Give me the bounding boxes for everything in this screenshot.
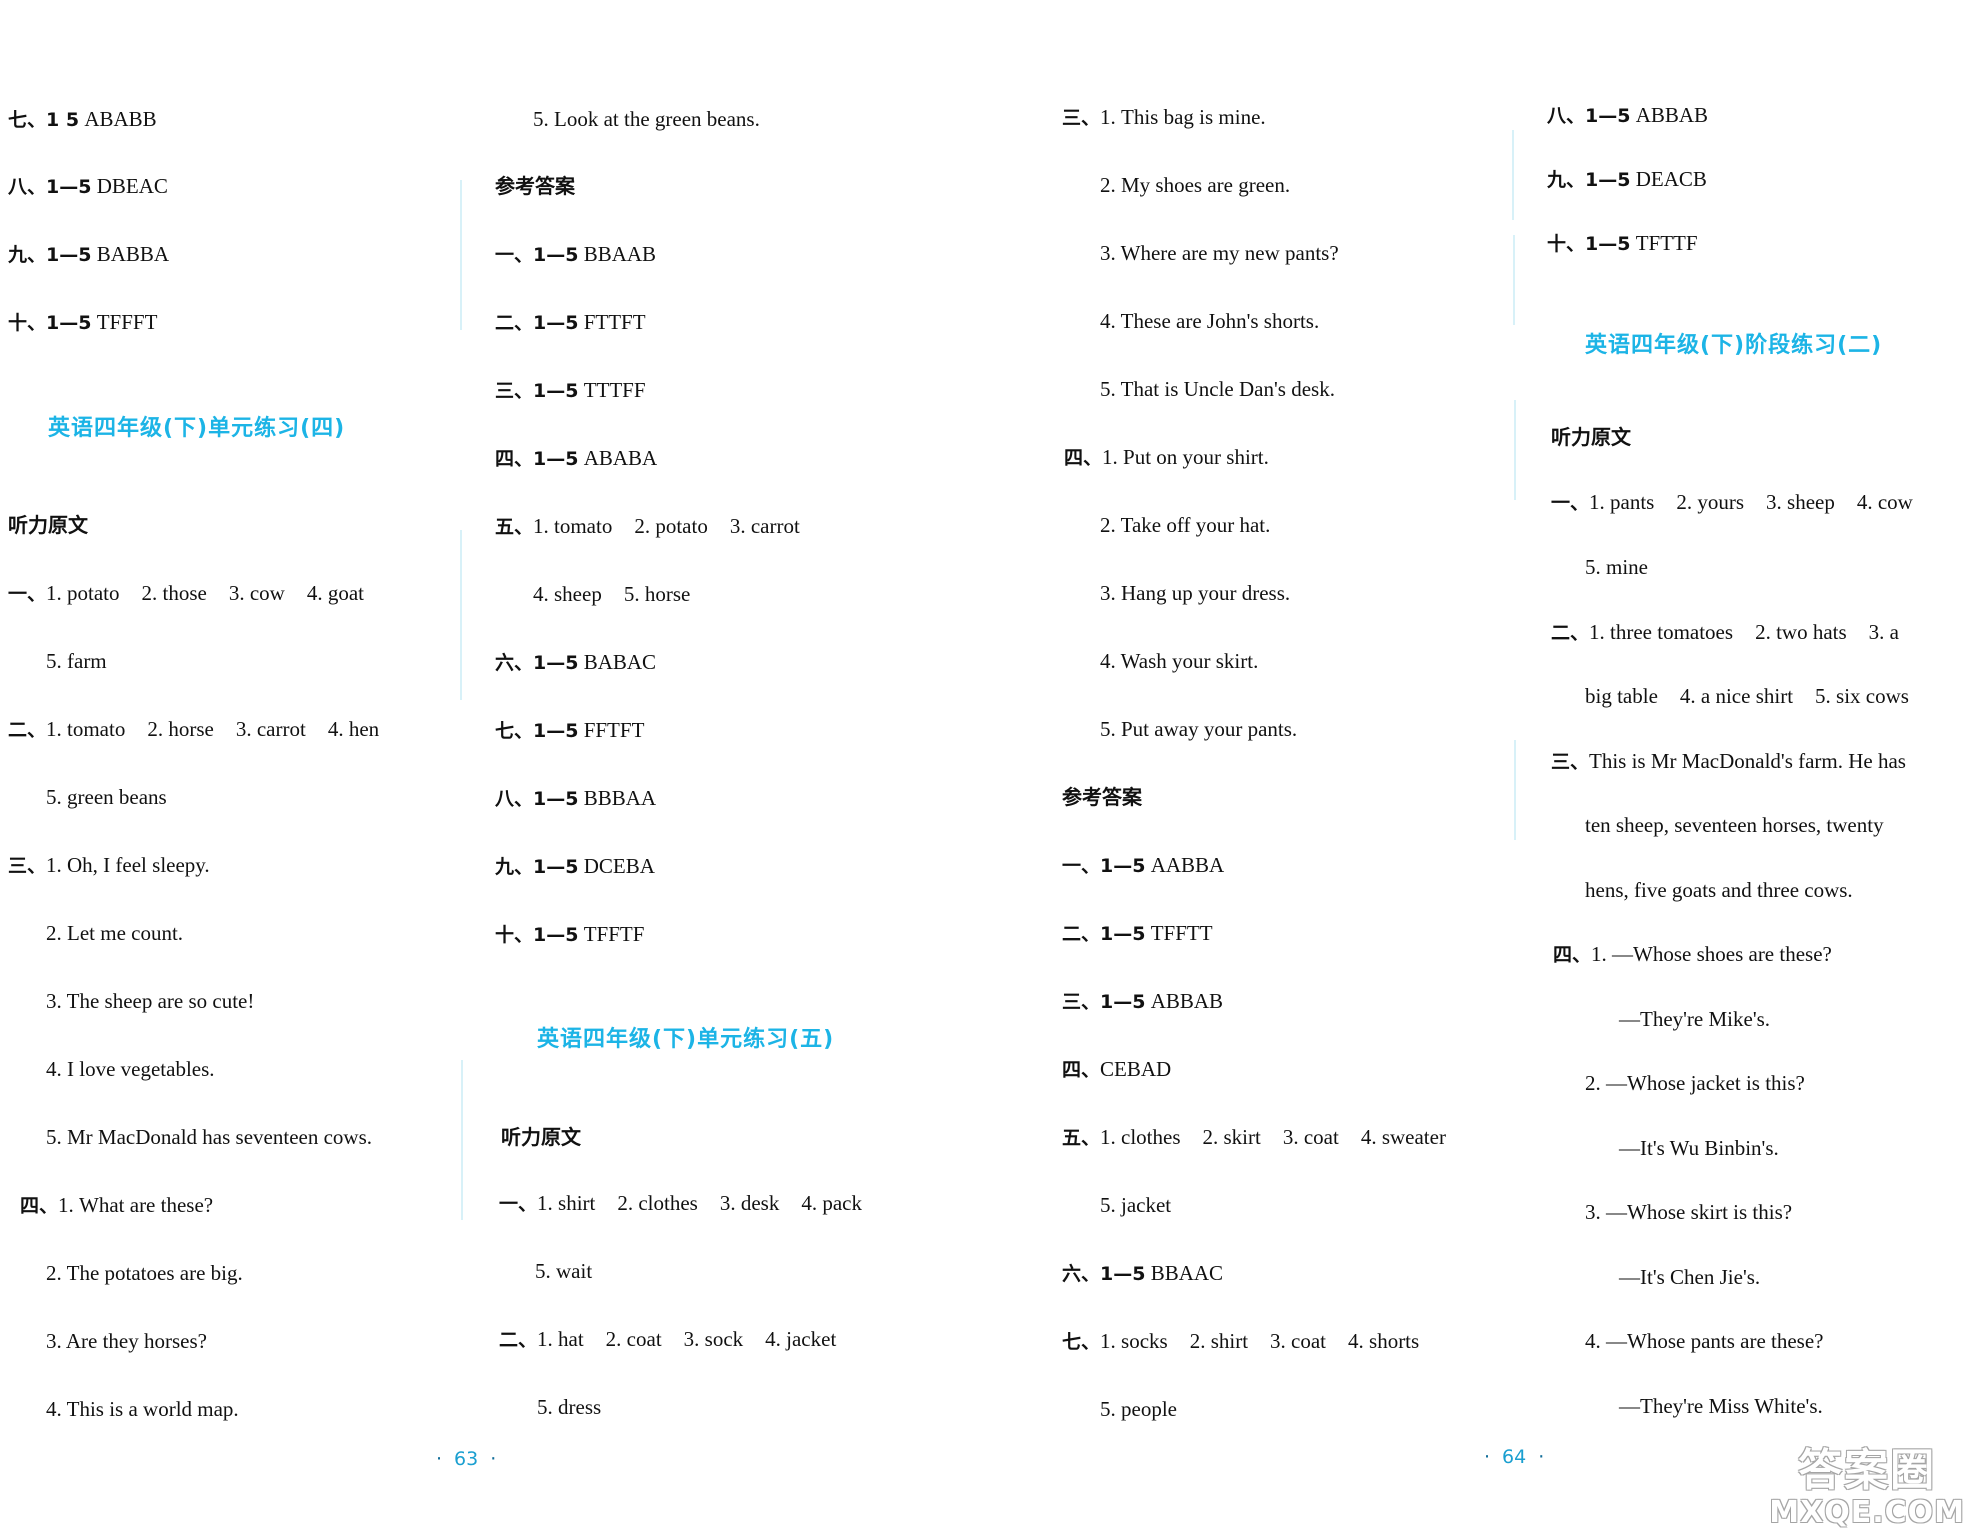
question-line: 3. Where are my new pants? [1100, 241, 1339, 265]
question-line: 四、1. —Whose shoes are these? [1553, 942, 1832, 966]
question-line: 4. —Whose pants are these? [1585, 1329, 1824, 1353]
question-line: 3. The sheep are so cute! [46, 989, 255, 1013]
question-line: 三、1. This bag is mine. [1062, 105, 1266, 129]
page-number: · 63 · [436, 1448, 497, 1470]
question-line: 5. jacket [1100, 1193, 1172, 1217]
column-rule [461, 1060, 463, 1220]
listening-heading: 听力原文 [501, 1125, 581, 1149]
question-line: 5. people [1100, 1397, 1177, 1421]
question-line: —It's Chen Jie's. [1619, 1265, 1761, 1289]
question-line: hens, five goats and three cows. [1585, 878, 1853, 902]
answer-line: 一、1—5 AABBA [1062, 853, 1225, 877]
question-line: —They're Miss White's. [1619, 1394, 1823, 1418]
answer-line: 一、1—5 BBAAB [495, 242, 657, 266]
question-line: 一、1. shirt 2. clothes 3. desk 4. pack [499, 1191, 862, 1215]
answer-line: 三、1—5 TTTFF [495, 378, 646, 402]
section-title: 英语四年级(下)阶段练习(二) [1585, 333, 1883, 358]
column-rule [460, 180, 462, 330]
question-line: 3. —Whose skirt is this? [1585, 1200, 1793, 1224]
question-line: 5. Put away your pants. [1100, 717, 1298, 741]
listening-heading: 听力原文 [8, 513, 88, 537]
question-line: 2. My shoes are green. [1100, 173, 1291, 197]
question-line: 4. These are John's shorts. [1100, 309, 1320, 333]
column-rule [1514, 740, 1516, 840]
answer-line: 十、1—5 TFTTF [1547, 231, 1698, 255]
answer-line: 十、1—5 TFFTF [495, 922, 645, 946]
answer-line: 二、1—5 TFFTT [1062, 921, 1213, 945]
question-line: 2. Take off your hat. [1100, 513, 1271, 537]
answer-line: 八、1—5 ABBAB [1547, 103, 1709, 127]
question-line: 二、1. tomato 2. horse 3. carrot 4. hen [8, 717, 380, 741]
watermark-logo: 答案圈 MXQE.COM [1769, 1445, 1965, 1530]
question-line: 5. mine [1585, 555, 1648, 579]
question-line: 5. green beans [46, 785, 167, 809]
answer-line: 四、1—5 ABABA [495, 446, 658, 470]
question-line: 3. Hang up your dress. [1100, 581, 1291, 605]
question-line: 4. Wash your skirt. [1100, 649, 1259, 673]
question-line: 一、1. pants 2. yours 3. sheep 4. cow [1551, 490, 1913, 514]
question-line: 5. wait [535, 1259, 593, 1283]
question-line: —It's Wu Binbin's. [1619, 1136, 1779, 1160]
question-line: —They're Mike's. [1619, 1007, 1771, 1031]
question-line: 四、1. Put on your shirt. [1064, 445, 1269, 469]
column-rule [1512, 130, 1514, 220]
answer-line: 三、1—5 ABBAB [1062, 989, 1224, 1013]
answer-line: 七、1 5 ABABB [8, 107, 157, 131]
question-line: 5. That is Uncle Dan's desk. [1100, 377, 1335, 401]
question-line: 5. farm [46, 649, 107, 673]
question-line: 2. The potatoes are big. [46, 1261, 243, 1285]
question-line: 2. —Whose jacket is this? [1585, 1071, 1805, 1095]
question-line: 一、1. potato 2. those 3. cow 4. goat [8, 581, 364, 605]
column-rule [1514, 400, 1516, 500]
question-line: 三、This is Mr MacDonald's farm. He has [1551, 749, 1906, 773]
question-line: 二、1. three tomatoes 2. two hats 3. a [1551, 620, 1899, 644]
answer-line: 十、1—5 TFFFT [8, 310, 158, 334]
answers-heading: 参考答案 [1062, 785, 1142, 809]
answer-line: 九、1—5 BABBA [8, 242, 170, 266]
answer-line: 九、1—5 DCEBA [495, 854, 655, 878]
question-line: 4. sheep 5. horse [533, 582, 691, 606]
question-line: 5. dress [537, 1395, 602, 1419]
answer-line: 七、1—5 FFTFT [495, 718, 645, 742]
question-line: 四、1. What are these? [20, 1193, 214, 1217]
question-line: 七、1. socks 2. shirt 3. coat 4. shorts [1062, 1329, 1420, 1353]
question-line: 4. I love vegetables. [46, 1057, 215, 1081]
answer-line: 二、1—5 FTTFT [495, 310, 646, 334]
question-line: 二、1. hat 2. coat 3. sock 4. jacket [499, 1327, 837, 1351]
column-rule [460, 530, 462, 700]
question-line: 5. Look at the green beans. [533, 107, 760, 131]
question-line: 五、1. tomato 2. potato 3. carrot [495, 514, 800, 538]
question-line: ten sheep, seventeen horses, twenty [1585, 813, 1884, 837]
answer-line: 八、1—5 DBEAC [8, 174, 168, 198]
question-line: 3. Are they horses? [46, 1329, 207, 1353]
column-rule [1513, 235, 1515, 325]
question-line: 五、1. clothes 2. skirt 3. coat 4. sweater [1062, 1125, 1446, 1149]
section-title: 英语四年级(下)单元练习(四) [48, 416, 346, 441]
answer-line: 四、CEBAD [1062, 1057, 1172, 1081]
question-line: 2. Let me count. [46, 921, 184, 945]
answer-line: 九、1—5 DEACB [1547, 167, 1707, 191]
question-line: big table 4. a nice shirt 5. six cows [1585, 684, 1909, 708]
question-line: 4. This is a world map. [46, 1397, 239, 1421]
answer-line: 六、1—5 BBAAC [1062, 1261, 1224, 1285]
page-number: · 64 · [1484, 1446, 1545, 1468]
section-title: 英语四年级(下)单元练习(五) [537, 1027, 835, 1052]
answers-heading: 参考答案 [495, 174, 575, 198]
answer-line: 八、1—5 BBBAA [495, 786, 657, 810]
question-line: 5. Mr MacDonald has seventeen cows. [46, 1125, 372, 1149]
question-line: 三、1. Oh, I feel sleepy. [8, 853, 210, 877]
answer-line: 六、1—5 BABAC [495, 650, 657, 674]
listening-heading: 听力原文 [1551, 425, 1631, 449]
